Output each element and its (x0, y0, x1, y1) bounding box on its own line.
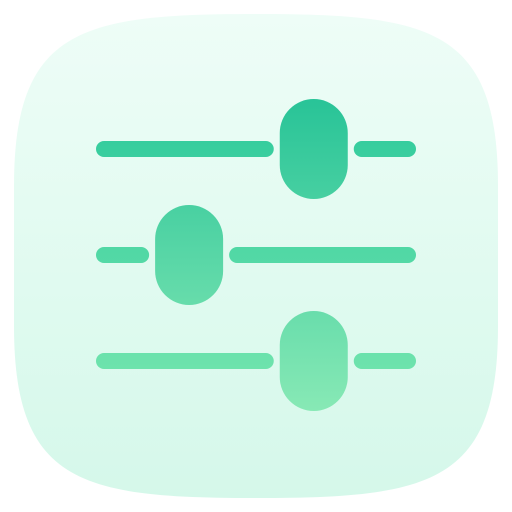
app-icon (0, 0, 512, 512)
sliders-settings-icon (14, 14, 498, 498)
slider-bottom-knob (279, 311, 348, 411)
slider-middle-knob (155, 205, 224, 305)
slider-top-knob (279, 99, 348, 199)
